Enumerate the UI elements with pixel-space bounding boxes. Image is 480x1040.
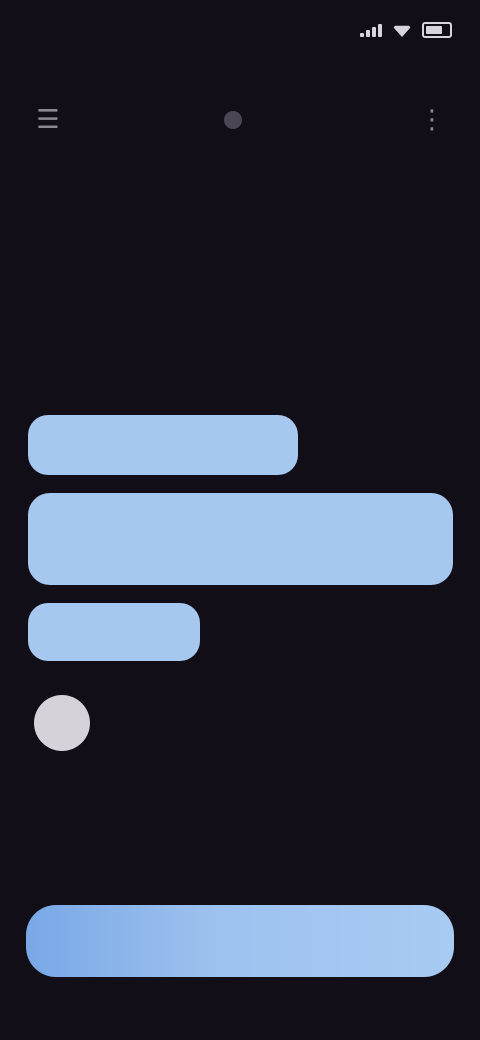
toolbar-title-group — [224, 111, 256, 129]
toolbar: ☰ ⋮ — [0, 80, 480, 160]
menu-icon[interactable]: ☰ — [24, 96, 72, 144]
status-bar — [0, 0, 480, 60]
message-list — [28, 415, 458, 751]
message-bubble[interactable] — [28, 603, 200, 661]
wifi-icon — [392, 25, 412, 37]
message-input[interactable] — [26, 905, 454, 977]
battery-icon — [422, 22, 452, 38]
signal-icon — [360, 23, 382, 37]
message-bubble[interactable] — [28, 415, 298, 475]
message-bubble[interactable] — [28, 493, 453, 585]
avatar — [34, 695, 90, 751]
status-icons — [360, 22, 452, 38]
more-icon[interactable]: ⋮ — [408, 96, 456, 144]
toolbar-avatar-icon — [224, 111, 242, 129]
